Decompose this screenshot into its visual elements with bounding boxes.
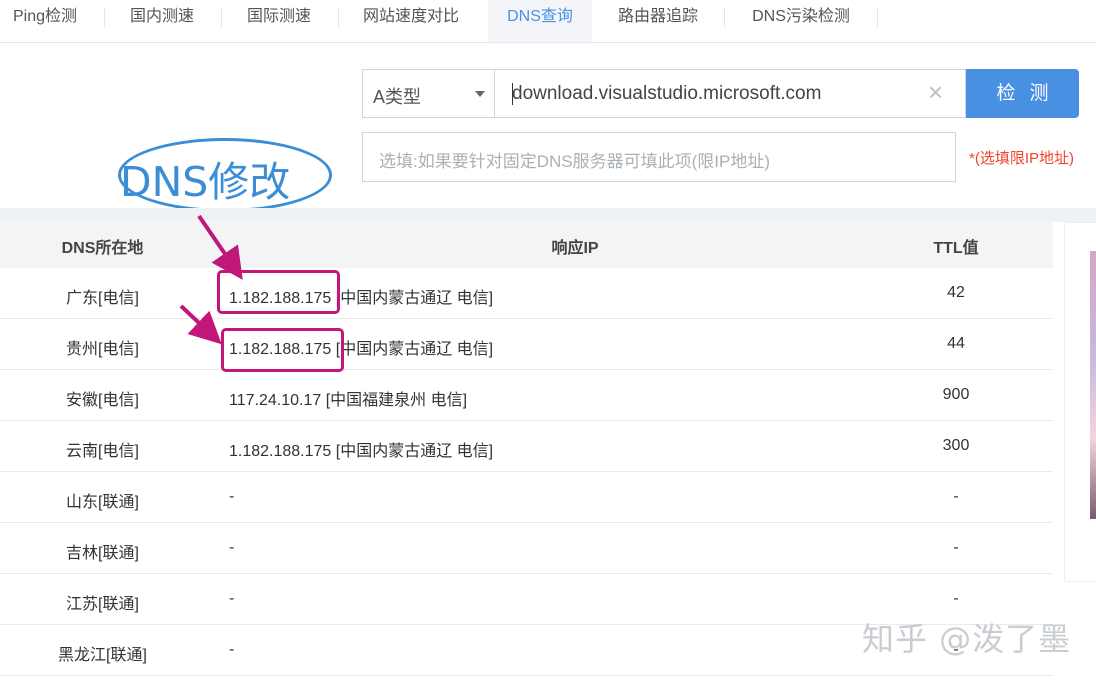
- dns-server-hint: *(选填限IP地址): [969, 150, 1075, 167]
- tab-bar: Ping检测 国内测速 国际测速 网站速度对比 DNS查询 路由器追踪 DNS污…: [0, 0, 1096, 43]
- dns-server-input[interactable]: 选填:如果要针对固定DNS服务器可填此项(限IP地址): [362, 132, 956, 182]
- cell-ttl: 300: [942, 437, 970, 454]
- cell-ttl: 44: [947, 335, 965, 352]
- cell-ttl: -: [953, 539, 959, 556]
- tab-divider: [338, 8, 339, 28]
- table-row: 广东[电信] 1.182.188.175 [中国内蒙古通辽 电信] 42: [0, 268, 1053, 319]
- dns-server-placeholder: 选填:如果要针对固定DNS服务器可填此项(限IP地址): [379, 152, 770, 171]
- cell-location: 云南[电信]: [66, 443, 139, 460]
- clear-icon[interactable]: ×: [928, 79, 943, 105]
- record-type-value: A类型: [373, 87, 422, 107]
- side-image: [1090, 251, 1096, 519]
- tab-ping[interactable]: Ping检测: [0, 0, 90, 42]
- table-row: 云南[电信] 1.182.188.175 [中国内蒙古通辽 电信] 300: [0, 421, 1053, 472]
- tab-divider: [877, 8, 878, 28]
- ip-region: [中国内蒙古通辽 电信]: [335, 341, 494, 358]
- tab-site-compare[interactable]: 网站速度对比: [347, 0, 475, 42]
- cell-location: 安徽[电信]: [66, 392, 139, 409]
- header-ttl: TTL值: [933, 240, 979, 257]
- tab-divider: [104, 8, 105, 28]
- cell-location: 山东[联通]: [66, 494, 139, 511]
- cell-ttl: -: [953, 590, 959, 607]
- tab-domestic-speed[interactable]: 国内测速: [113, 0, 211, 42]
- cell-location: 贵州[电信]: [66, 341, 139, 358]
- highlight-box: [217, 270, 340, 314]
- caret-down-icon: [475, 91, 485, 97]
- cell-location: 江苏[联通]: [66, 596, 139, 613]
- table-row: 山东[联通] - -: [0, 472, 1053, 523]
- ip-region: [中国内蒙古通辽 电信]: [335, 290, 494, 307]
- table-row: 吉林[联通] - -: [0, 523, 1053, 574]
- results-table: DNS所在地 响应IP TTL值 广东[电信] 1.182.188.175 [中…: [0, 220, 1053, 681]
- cell-ttl: 42: [947, 284, 965, 301]
- tab-divider: [221, 8, 222, 28]
- cell-location: 广东[电信]: [66, 290, 139, 307]
- table-row: 安徽[电信] 117.24.10.17 [中国福建泉州 电信] 900: [0, 370, 1053, 421]
- cell-location: 吉林[联通]: [66, 545, 139, 562]
- check-button[interactable]: 检测: [966, 69, 1079, 118]
- tab-dns-pollution[interactable]: DNS污染检测: [733, 0, 869, 42]
- highlight-box: [221, 328, 344, 372]
- record-type-select[interactable]: A类型: [362, 69, 495, 118]
- annotation-label: DNS修改: [120, 158, 291, 206]
- cell-ip: -: [229, 539, 235, 556]
- ip-region: [中国内蒙古通辽 电信]: [335, 443, 494, 460]
- ip-address: 1.182.188.175: [229, 443, 332, 460]
- domain-input[interactable]: download.visualstudio.microsoft.com ×: [495, 69, 966, 118]
- cell-location: 黑龙江[联通]: [58, 647, 147, 664]
- tab-divider: [724, 8, 725, 28]
- ip-region: [中国福建泉州 电信]: [325, 392, 468, 409]
- cell-ttl: 900: [942, 386, 970, 403]
- cell-ttl: -: [953, 488, 959, 505]
- table-row: 贵州[电信] 1.182.188.175 [中国内蒙古通辽 电信] 44: [0, 319, 1053, 370]
- tab-traceroute[interactable]: 路由器追踪: [602, 0, 714, 42]
- header-ip: 响应IP: [551, 240, 599, 257]
- watermark: 知乎 @泼了墨: [862, 620, 1072, 658]
- cell-ip: -: [229, 641, 235, 658]
- tab-dns-query[interactable]: DNS查询: [488, 0, 592, 42]
- ip-address: 117.24.10.17: [229, 392, 322, 409]
- header-location: DNS所在地: [61, 240, 144, 257]
- domain-input-value: download.visualstudio.microsoft.com: [512, 83, 822, 104]
- cell-ip: 1.182.188.175 [中国内蒙古通辽 电信]: [229, 437, 493, 461]
- cell-ip: -: [229, 488, 235, 505]
- tab-international-speed[interactable]: 国际测速: [230, 0, 328, 42]
- cell-ip: -: [229, 590, 235, 607]
- table-header: DNS所在地 响应IP TTL值: [0, 220, 1053, 268]
- cell-ip: 117.24.10.17 [中国福建泉州 电信]: [229, 386, 467, 410]
